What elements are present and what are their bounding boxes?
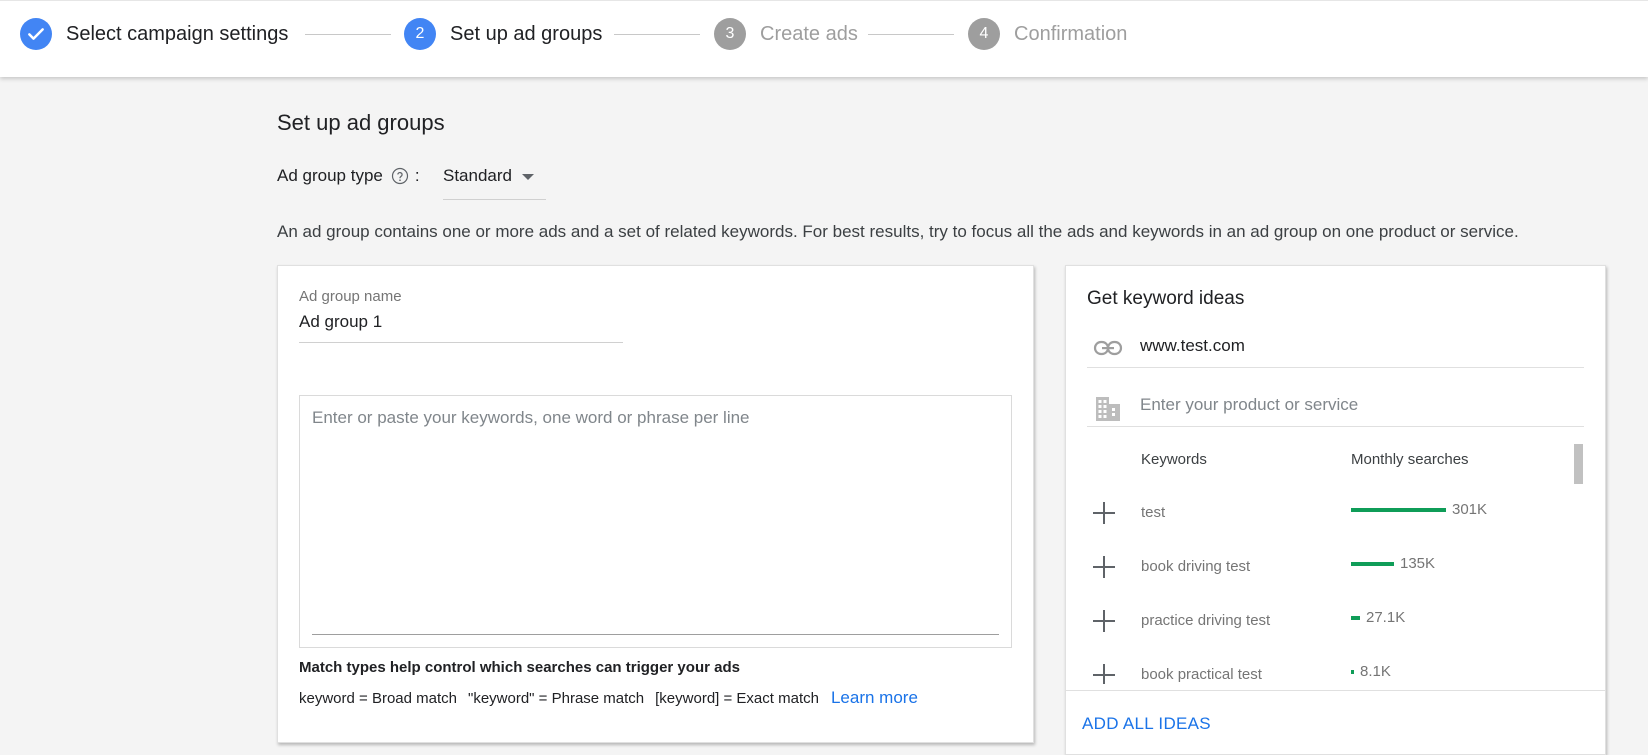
learn-more-link[interactable]: Learn more [831, 688, 918, 708]
table-row: test 301K [1066, 494, 1605, 548]
step-label: Confirmation [1014, 22, 1128, 45]
table-row: book driving test 135K [1066, 548, 1605, 602]
keyword-ideas-footer: ADD ALL IDEAS [1066, 690, 1605, 754]
ad-group-card: Ad group name Ad group 1 Enter or paste … [277, 265, 1034, 743]
search-volume-value: 27.1K [1366, 609, 1406, 626]
textarea-underline [312, 634, 999, 635]
keyword-text: test [1141, 504, 1166, 521]
ad-group-type-row: Ad group type : [277, 166, 420, 186]
caret-down-icon [522, 174, 534, 180]
building-icon [1093, 395, 1123, 421]
match-types-title: Match types help control which searches … [299, 659, 740, 676]
step-connector [868, 34, 954, 35]
match-phrase: "keyword" = Phrase match [468, 690, 645, 707]
search-volume-bar [1351, 508, 1446, 512]
keyword-text: practice driving test [1141, 612, 1271, 629]
step-number: 2 [404, 18, 436, 50]
url-value: www.test.com [1140, 336, 1245, 355]
plus-icon[interactable] [1093, 664, 1115, 684]
search-volume-bar [1351, 616, 1360, 620]
plus-icon[interactable] [1093, 502, 1115, 524]
step-set-up-ad-groups[interactable]: 2 Set up ad groups [404, 18, 602, 50]
ad-group-type-select[interactable]: Standard [443, 166, 546, 200]
step-create-ads[interactable]: 3 Create ads [714, 18, 858, 50]
column-header-monthly-searches: Monthly searches [1351, 451, 1469, 468]
step-label: Select campaign settings [66, 22, 289, 45]
step-connector [614, 34, 700, 35]
search-volume-value: 8.1K [1360, 663, 1391, 680]
match-types-row: keyword = Broad match "keyword" = Phrase… [299, 688, 918, 708]
product-input[interactable]: Enter your product or service [1087, 389, 1584, 427]
keyword-ideas-table: Keywords Monthly searches test 301K book… [1066, 439, 1605, 684]
step-connector [305, 34, 391, 35]
ad-group-description: An ad group contains one or more ads and… [277, 222, 1519, 241]
step-number: 4 [968, 18, 1000, 50]
match-exact: [keyword] = Exact match [655, 690, 819, 707]
table-row: book practical test 8.1K [1066, 656, 1605, 684]
stepper-header: Select campaign settings 2 Set up ad gro… [0, 0, 1648, 77]
url-input[interactable]: www.test.com [1087, 330, 1584, 368]
ad-group-name-label: Ad group name [299, 288, 402, 305]
keyword-text: book practical test [1141, 666, 1262, 683]
step-label: Create ads [760, 22, 858, 45]
step-number: 3 [714, 18, 746, 50]
ad-group-name-input[interactable]: Ad group 1 [299, 310, 623, 343]
step-label: Set up ad groups [450, 22, 603, 45]
keyword-ideas-title: Get keyword ideas [1087, 288, 1245, 309]
add-all-ideas-button[interactable]: ADD ALL IDEAS [1082, 714, 1211, 734]
step-select-campaign-settings[interactable]: Select campaign settings [20, 18, 288, 50]
match-broad: keyword = Broad match [299, 690, 457, 707]
page-title: Set up ad groups [277, 110, 445, 135]
search-volume-bar [1351, 670, 1354, 674]
column-header-keywords: Keywords [1141, 451, 1207, 468]
keyword-ideas-card: Get keyword ideas www.test.com Enter you… [1065, 265, 1606, 755]
plus-icon[interactable] [1093, 556, 1115, 578]
check-icon [20, 18, 52, 50]
keywords-textarea[interactable]: Enter or paste your keywords, one word o… [299, 395, 1012, 648]
search-volume-bar [1351, 562, 1394, 566]
scrollbar-thumb[interactable] [1574, 444, 1583, 484]
product-placeholder: Enter your product or service [1140, 395, 1359, 414]
plus-icon[interactable] [1093, 610, 1115, 632]
step-confirmation[interactable]: 4 Confirmation [968, 18, 1127, 50]
link-icon [1093, 336, 1123, 360]
keywords-placeholder: Enter or paste your keywords, one word o… [312, 408, 750, 427]
ad-group-type-value: Standard [443, 166, 512, 185]
help-circle-icon[interactable] [391, 167, 409, 185]
search-volume-value: 301K [1452, 501, 1488, 518]
keyword-text: book driving test [1141, 558, 1251, 575]
search-volume-value: 135K [1400, 555, 1436, 572]
table-row: practice driving test 27.1K [1066, 602, 1605, 656]
ad-group-type-label: Ad group type [277, 166, 383, 185]
colon: : [414, 166, 420, 185]
